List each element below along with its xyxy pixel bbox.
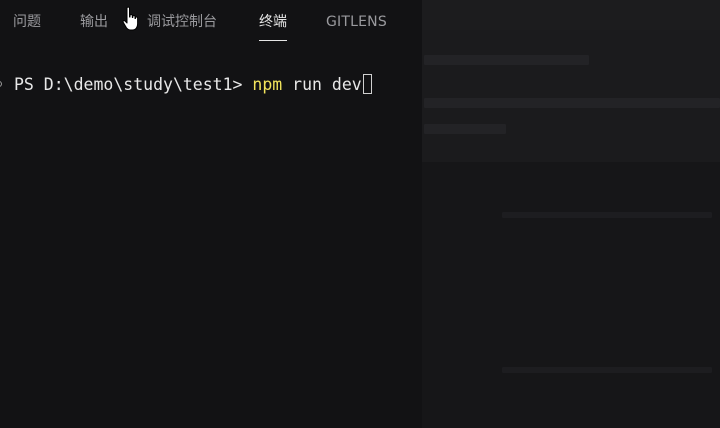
active-tab-indicator bbox=[259, 40, 287, 41]
tab-debug-console[interactable]: 调试控制台 bbox=[147, 13, 217, 31]
overlay-content-box bbox=[422, 30, 720, 162]
terminal-prompt-line: PS D:\demo\study\test1> npm run dev bbox=[14, 70, 372, 100]
terminal-prompt: PS D:\demo\study\test1> bbox=[14, 75, 253, 94]
hand-pointer-icon bbox=[122, 6, 139, 31]
overlay-ghost-line bbox=[502, 212, 712, 218]
tab-gitlens[interactable]: GITLENS bbox=[326, 13, 387, 31]
panel-tab-bar: 问题 输出 调试控制台 终端 GITLENS bbox=[0, 0, 422, 44]
overlay-ghost-line bbox=[424, 98, 720, 108]
terminal-output[interactable]: PS D:\demo\study\test1> npm run dev bbox=[0, 70, 422, 100]
overlay-lower-area bbox=[422, 162, 720, 428]
tab-problems[interactable]: 问题 bbox=[13, 13, 41, 31]
tab-terminal-label: 终端 bbox=[259, 14, 287, 30]
faded-overlay-panel bbox=[422, 0, 720, 428]
overlay-ghost-line bbox=[424, 55, 589, 65]
overlay-header-strip bbox=[422, 0, 720, 30]
terminal-cursor bbox=[362, 74, 372, 94]
terminal-command-name: npm bbox=[252, 75, 283, 94]
terminal-command-args: run dev bbox=[282, 75, 362, 94]
tab-terminal[interactable]: 终端 bbox=[259, 13, 287, 41]
tab-output[interactable]: 输出 bbox=[80, 13, 108, 31]
overlay-ghost-line bbox=[502, 367, 712, 373]
overlay-ghost-line bbox=[424, 124, 506, 134]
vscode-panel: 问题 输出 调试控制台 终端 GITLENS PS D:\demo\study\… bbox=[0, 0, 720, 428]
terminal-command-decoration-icon[interactable] bbox=[0, 81, 2, 87]
